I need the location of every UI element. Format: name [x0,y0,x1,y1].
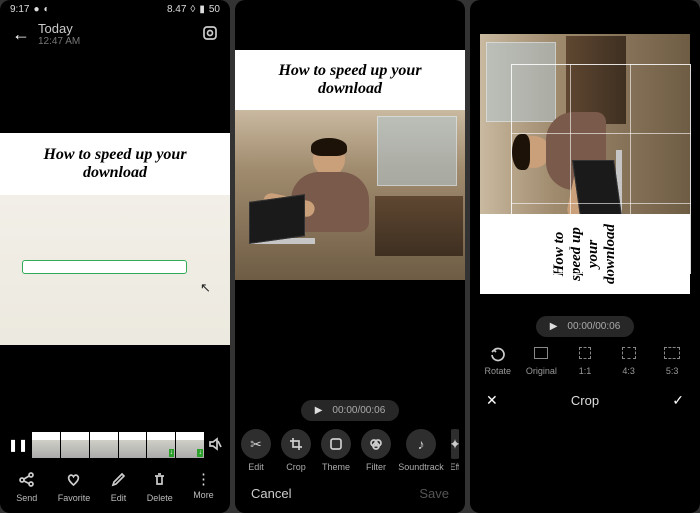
lens-button[interactable] [202,25,218,44]
mute-button[interactable] [208,437,222,454]
heart-icon [66,472,81,490]
scissors-icon: ✂ [241,429,271,459]
save-button[interactable]: Save [419,486,449,501]
music-icon: ♪ [406,429,436,459]
tool-filter[interactable]: Filter [361,429,391,472]
status-time: 9:17 [10,4,29,15]
play-icon: ▶ [550,321,558,332]
effects-icon: ✦ [451,429,459,459]
trash-icon [152,472,167,490]
net-speed: 8.47 [167,4,186,15]
rect-icon [534,347,548,363]
delete-button[interactable]: Delete [147,472,173,503]
cancel-button[interactable]: Cancel [251,486,291,501]
header-subtitle: 12:47 AM [38,36,80,47]
tool-soundtrack[interactable]: ♪Soundtrack [401,429,441,472]
battery-icon: 50 [209,4,220,15]
rect-icon [664,347,680,363]
status-bar: 9:17 ● ◐ 8.47 ◊ ▮ 50 [0,0,230,17]
rotated-preview[interactable]: How to speed up your download [470,24,700,304]
tool-theme[interactable]: Theme [321,429,351,472]
frame-thumb[interactable] [90,432,118,458]
screen-title: Crop [571,393,599,408]
signal-icon: ▮ [199,4,205,15]
tool-edit[interactable]: ✂Edit [241,429,271,472]
telegram-icon: ◐ [44,4,50,15]
frame-thumb[interactable] [119,432,147,458]
aspect-4-3[interactable]: 4:3 [609,347,649,376]
aspect-original[interactable]: Original [521,347,561,376]
confirm-button[interactable]: ✓ [672,392,684,409]
panel-gallery-viewer: 9:17 ● ◐ 8.47 ◊ ▮ 50 ← Today 12:47 AM [0,0,230,513]
more-icon: ⋮ [196,472,211,487]
filter-icon [361,429,391,459]
meme-caption: How to speed up your download [0,133,230,195]
messenger-icon: ● [33,4,39,15]
video-frame [480,34,690,214]
theme-icon [321,429,351,459]
frame-scrubber[interactable]: ↓ ↓ [32,432,204,458]
aspect-5-3[interactable]: 5:3 [652,347,692,376]
rect-icon [622,347,636,363]
frame-thumb[interactable] [61,432,89,458]
pause-button[interactable]: ❚❚ [8,438,28,452]
tool-effects[interactable]: ✦Eff [451,429,459,472]
favorite-button[interactable]: Favorite [58,472,91,503]
tool-crop[interactable]: Crop [281,429,311,472]
square-icon [579,347,591,363]
crop-icon [281,429,311,459]
aspect-1-1[interactable]: 1:1 [565,347,605,376]
header-title: Today [38,21,80,36]
wifi-icon: ◊ [190,4,195,15]
close-button[interactable]: ✕ [486,392,498,409]
back-button[interactable]: ← [12,24,30,45]
frame-thumb[interactable]: ↓ [176,432,204,458]
edit-button[interactable]: Edit [111,472,127,503]
rotate-icon [490,347,505,363]
meme-caption: How to speed up your download [235,50,465,110]
panel-video-editor: How to speed up your download ▶ 00:00/00… [235,0,465,513]
frame-thumb[interactable]: ↓ [147,432,175,458]
playback-control[interactable]: ▶ 00:00/00:06 [536,316,635,337]
panel-crop-editor: How to speed up your download ▶ 00 [470,0,700,513]
cursor-icon: ↖ [200,280,211,296]
more-button[interactable]: ⋮ More [193,472,214,503]
progress-bar-graphic [22,260,187,274]
meme-caption: How to speed up your download [480,214,690,294]
video-preview[interactable] [235,110,465,280]
send-button[interactable]: Send [16,472,37,503]
rotate-button[interactable]: Rotate [478,347,518,376]
share-icon [19,472,34,490]
playback-control[interactable]: ▶ 00:00/00:06 [301,400,400,421]
pencil-icon [111,472,126,490]
frame-thumb[interactable] [32,432,60,458]
play-icon: ▶ [315,405,323,416]
video-frame[interactable]: ↖ [0,195,230,345]
